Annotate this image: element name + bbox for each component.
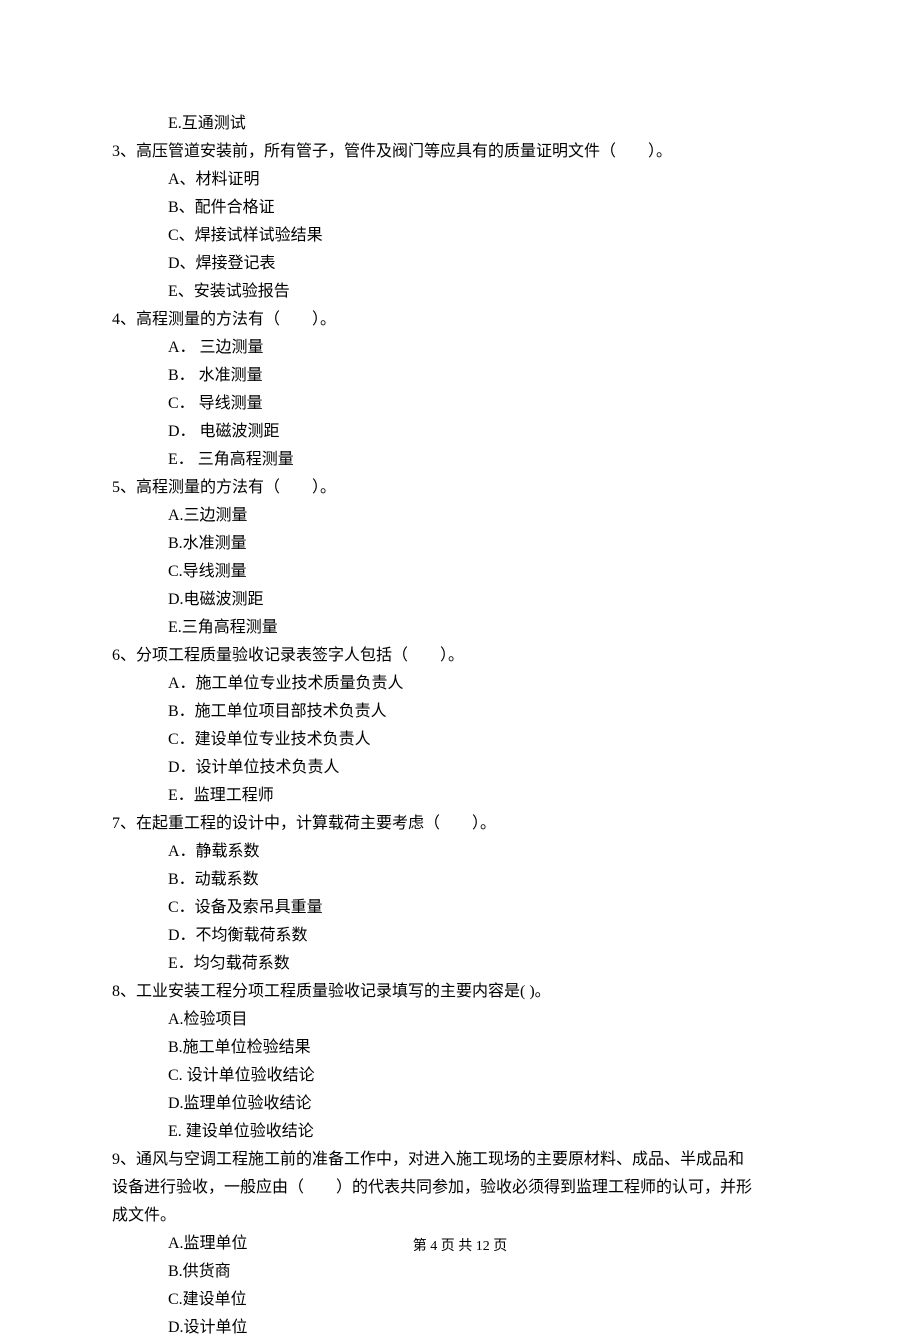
question-text: 9、通风与空调工程施工前的准备工作中，对进入施工现场的主要原材料、成品、半成品和 [112,1151,744,1168]
option: A、材料证明 [112,166,808,194]
option: D.电磁波测距 [112,586,808,614]
option: A． 三边测量 [112,334,808,362]
option: B.施工单位检验结果 [112,1034,808,1062]
option: A.三边测量 [112,502,808,530]
question-9: 9、通风与空调工程施工前的准备工作中，对进入施工现场的主要原材料、成品、半成品和 [112,1146,808,1174]
question-8: 8、工业安装工程分项工程质量验收记录填写的主要内容是( )。 [112,978,808,1006]
option: B．动载系数 [112,866,808,894]
option: C． 导线测量 [112,390,808,418]
option: B.供货商 [112,1258,808,1286]
question-3: 3、高压管道安装前，所有管子，管件及阀门等应具有的质量证明文件（ ）。 [112,138,808,166]
question-text: 5、高程测量的方法有（ ）。 [112,479,336,496]
page-footer: 第 4 页 共 12 页 [0,1235,920,1260]
option: A．静载系数 [112,838,808,866]
question-text: 4、高程测量的方法有（ ）。 [112,311,336,328]
option: D．不均衡载荷系数 [112,922,808,950]
option: C．建设单位专业技术负责人 [112,726,808,754]
option: E. 建设单位验收结论 [112,1118,808,1146]
option: C．设备及索吊具重量 [112,894,808,922]
option: B． 水准测量 [112,362,808,390]
prev-option: E.互通测试 [112,110,808,138]
option: C. 设计单位验收结论 [112,1062,808,1090]
question-4: 4、高程测量的方法有（ ）。 [112,306,808,334]
option: B.水准测量 [112,530,808,558]
option: D． 电磁波测距 [112,418,808,446]
question-text: 8、工业安装工程分项工程质量验收记录填写的主要内容是( )。 [112,983,551,1000]
option: E．监理工程师 [112,782,808,810]
option: E.三角高程测量 [112,614,808,642]
question-7: 7、在起重工程的设计中，计算载荷主要考虑（ ）。 [112,810,808,838]
option: B、配件合格证 [112,194,808,222]
option: A.检验项目 [112,1006,808,1034]
question-6: 6、分项工程质量验收记录表签字人包括（ ）。 [112,642,808,670]
option: D.监理单位验收结论 [112,1090,808,1118]
option: D．设计单位技术负责人 [112,754,808,782]
question-text: 7、在起重工程的设计中，计算载荷主要考虑（ ）。 [112,815,496,832]
question-text: 6、分项工程质量验收记录表签字人包括（ ）。 [112,647,464,664]
option: E．均匀载荷系数 [112,950,808,978]
option: D.设计单位 [112,1314,808,1342]
question-text: 3、高压管道安装前，所有管子，管件及阀门等应具有的质量证明文件（ ）。 [112,143,672,160]
document-content: E.互通测试 3、高压管道安装前，所有管子，管件及阀门等应具有的质量证明文件（ … [0,0,920,1342]
option: C、焊接试样试验结果 [112,222,808,250]
option: B．施工单位项目部技术负责人 [112,698,808,726]
option: C.导线测量 [112,558,808,586]
question-continuation: 设备进行验收，一般应由（ ）的代表共同参加，验收必须得到监理工程师的认可，并形 [112,1174,808,1202]
option: A．施工单位专业技术质量负责人 [112,670,808,698]
option: D、焊接登记表 [112,250,808,278]
question-5: 5、高程测量的方法有（ ）。 [112,474,808,502]
option: E． 三角高程测量 [112,446,808,474]
question-continuation: 成文件。 [112,1202,808,1230]
option: C.建设单位 [112,1286,808,1314]
option: E、安装试验报告 [112,278,808,306]
